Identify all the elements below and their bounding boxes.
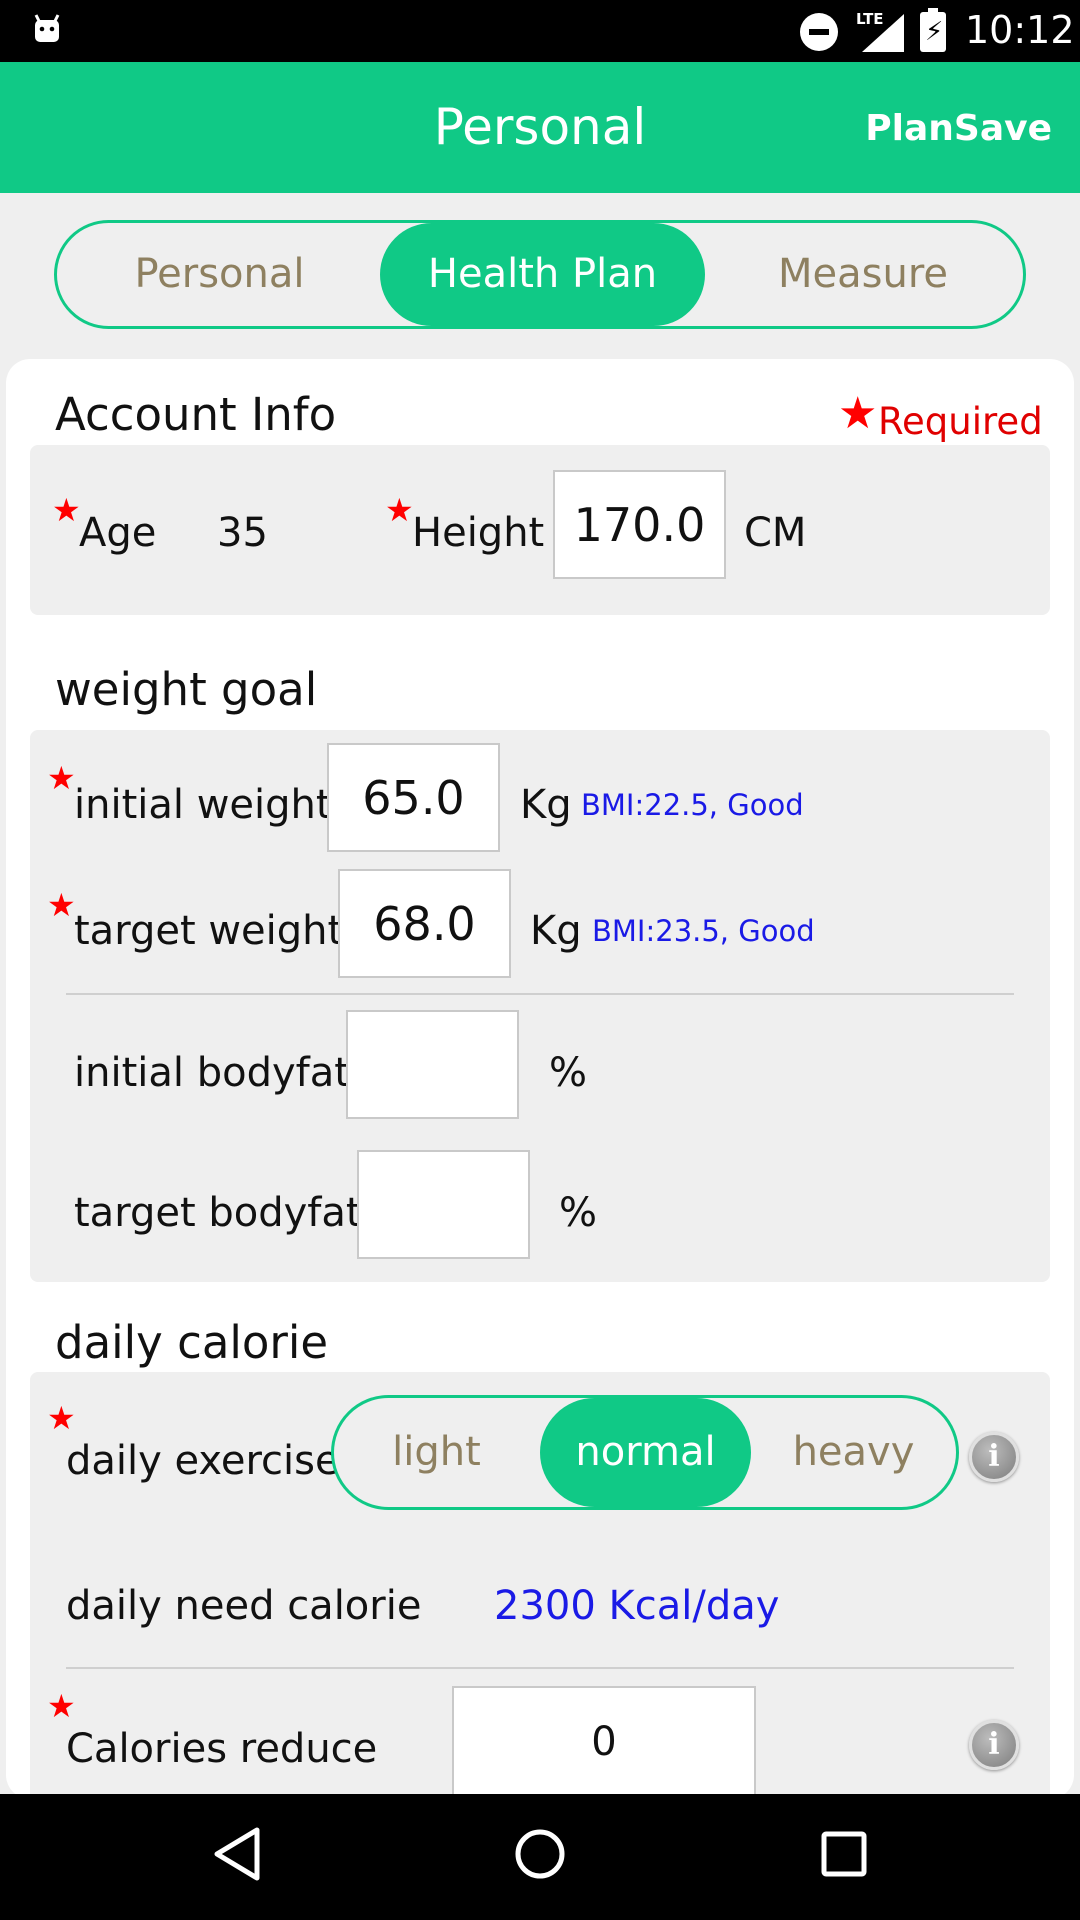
signal-icon <box>862 14 904 52</box>
target-bodyfat-unit: % <box>559 1190 598 1236</box>
initial-bodyfat-unit: % <box>549 1050 588 1096</box>
battery-charging-icon: ⚡ <box>920 8 946 52</box>
required-star-icon: ★ <box>47 886 76 924</box>
calories-reduce-info-icon[interactable]: i <box>969 1720 1019 1770</box>
target-weight-label: target weight <box>74 908 344 954</box>
back-icon[interactable] <box>213 1826 261 1882</box>
app-bar: Personal PlanSave <box>0 62 1080 193</box>
height-label: Height <box>412 510 545 556</box>
target-bmi-text: BMI:23.5, Good <box>592 914 815 948</box>
exercise-option-normal[interactable]: normal <box>540 1398 751 1507</box>
plan-save-button[interactable]: PlanSave <box>865 108 1052 149</box>
daily-need-calorie-value: 2300 Kcal/day <box>494 1583 780 1629</box>
status-bar: LTE ⚡ 10:12 <box>0 0 1080 62</box>
required-star-icon: ★ <box>47 1687 76 1725</box>
initial-bodyfat-input[interactable] <box>346 1010 519 1119</box>
exercise-option-light[interactable]: light <box>334 1398 539 1507</box>
initial-weight-input[interactable] <box>327 743 500 852</box>
daily-need-calorie-label: daily need calorie <box>66 1583 422 1629</box>
initial-bmi-text: BMI:22.5, Good <box>581 788 804 822</box>
target-bodyfat-label: target bodyfat <box>74 1190 362 1236</box>
exercise-level-selector: light normal heavy <box>331 1395 959 1510</box>
height-input[interactable] <box>553 470 726 579</box>
calories-reduce-input[interactable] <box>452 1686 756 1798</box>
tab-personal[interactable]: Personal <box>57 223 382 326</box>
section-title-account-info: Account Info <box>55 388 337 441</box>
age-value: 35 <box>217 510 268 556</box>
home-icon[interactable] <box>514 1826 566 1882</box>
target-bodyfat-input[interactable] <box>357 1150 530 1259</box>
section-title-weight-goal: weight goal <box>55 663 318 716</box>
divider <box>66 1667 1014 1669</box>
required-star-icon: ★ <box>838 388 878 439</box>
initial-bodyfat-label: initial bodyfat <box>74 1050 350 1096</box>
section-title-daily-calorie: daily calorie <box>55 1316 329 1369</box>
initial-weight-label: initial weight <box>74 782 332 828</box>
system-navigation-bar <box>0 1794 1080 1920</box>
exercise-option-heavy[interactable]: heavy <box>751 1398 956 1507</box>
age-label: Age <box>79 510 157 556</box>
target-weight-unit: Kg <box>530 908 582 954</box>
required-star-icon: ★ <box>47 759 76 797</box>
required-star-icon: ★ <box>47 1399 76 1437</box>
android-icon <box>34 14 60 42</box>
do-not-disturb-icon <box>800 13 838 51</box>
exercise-info-icon[interactable]: i <box>969 1432 1019 1482</box>
target-weight-input[interactable] <box>338 869 511 978</box>
tab-health-plan[interactable]: Health Plan <box>380 223 705 326</box>
required-star-icon: ★ <box>52 491 81 529</box>
tab-measure[interactable]: Measure <box>703 223 1023 326</box>
calories-reduce-label: Calories reduce <box>66 1726 378 1772</box>
clock: 10:12 <box>965 8 1075 52</box>
divider <box>66 993 1014 995</box>
daily-exercise-label: daily exercise <box>66 1438 340 1484</box>
height-unit: CM <box>744 510 807 556</box>
required-star-icon: ★ <box>385 491 414 529</box>
tab-bar: Personal Health Plan Measure <box>54 220 1026 329</box>
required-legend: Required <box>878 400 1043 443</box>
recents-icon[interactable] <box>820 1826 868 1882</box>
initial-weight-unit: Kg <box>520 782 572 828</box>
